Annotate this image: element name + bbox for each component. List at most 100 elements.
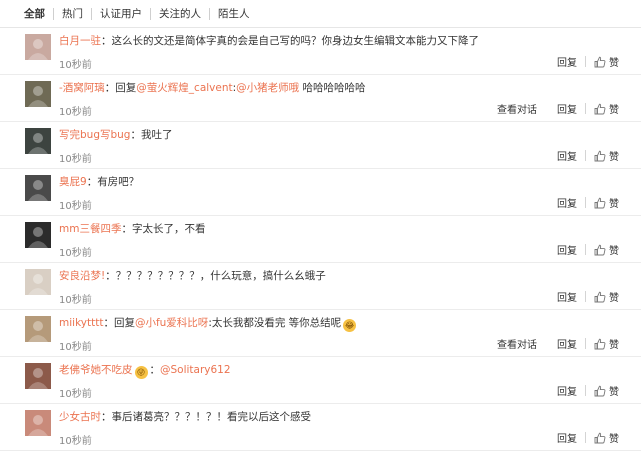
- like-button[interactable]: 赞: [594, 383, 619, 398]
- like-button[interactable]: 赞: [594, 101, 619, 116]
- reply-button[interactable]: 回复: [557, 148, 577, 163]
- comment-actions: 回复 赞: [557, 148, 619, 163]
- comment-filter-tabs: 全部 热门 认证用户 关注的人 陌生人: [0, 0, 641, 28]
- comment-actions: 查看对话 回复 赞: [497, 336, 619, 351]
- view-conversation-link[interactable]: 查看对话: [497, 101, 537, 116]
- comment-body: 这么长的文还是简体字真的会是自己写的吗？你身边女生编辑文本能力又下降了: [111, 35, 480, 47]
- thumbs-up-icon: [594, 291, 606, 303]
- mention-link[interactable]: @萤火辉煌_calvent: [136, 82, 232, 94]
- like-button[interactable]: 赞: [594, 336, 619, 351]
- divider: [585, 103, 586, 114]
- avatar[interactable]: [25, 81, 51, 107]
- avatar[interactable]: [25, 34, 51, 60]
- avatar[interactable]: [25, 222, 51, 248]
- thumbs-up-icon: [594, 103, 606, 115]
- reply-button[interactable]: 回复: [557, 383, 577, 398]
- like-button[interactable]: 赞: [594, 148, 619, 163]
- comment-text: 臭屁9：有房吧？: [59, 175, 629, 189]
- like-button[interactable]: 赞: [594, 242, 619, 257]
- tab-3[interactable]: 关注的人: [150, 7, 209, 20]
- like-button[interactable]: 赞: [594, 430, 619, 445]
- thumbs-up-icon: [594, 385, 606, 397]
- avatar[interactable]: [25, 175, 51, 201]
- like-label: 赞: [609, 58, 619, 69]
- thumbs-up-icon: [594, 150, 606, 162]
- comment-text: 少女古时：事后诸葛亮？？？！？！看完以后这个感受: [59, 410, 629, 424]
- comment-item: 安良沿梦!：？？？？？？？？，什么玩意，搞什么幺蛾子 10秒前 回复 赞: [0, 263, 641, 310]
- mention-link[interactable]: @小猪老师哦: [236, 82, 299, 94]
- comment-item: 写完bug写bug：我吐了 10秒前 回复 赞: [0, 122, 641, 169]
- comment-body: 回复: [113, 317, 135, 329]
- reply-button[interactable]: 回复: [557, 430, 577, 445]
- divider: [585, 432, 586, 443]
- view-conversation-link[interactable]: 查看对话: [497, 336, 537, 351]
- username-link[interactable]: 写完bug写bug: [59, 129, 130, 141]
- comment-text: 安良沿梦!：？？？？？？？？，什么玩意，搞什么幺蛾子: [59, 269, 629, 283]
- thumbs-up-icon: [594, 56, 606, 68]
- tab-0[interactable]: 全部: [14, 8, 53, 20]
- like-label: 赞: [609, 434, 619, 445]
- thumbs-up-icon: [594, 197, 606, 209]
- comment-body: 哈哈哈哈哈哈: [299, 82, 366, 94]
- avatar[interactable]: [25, 128, 51, 154]
- separator: ：: [101, 35, 112, 47]
- comment-actions: 回复 赞: [557, 430, 619, 445]
- like-label: 赞: [609, 246, 619, 257]
- username-link[interactable]: 老佛爷她不吃皮: [59, 364, 133, 376]
- separator: ：: [105, 270, 116, 282]
- comment-text: 白月一驻：这么长的文还是简体字真的会是自己写的吗？你身边女生编辑文本能力又下降了: [59, 34, 629, 48]
- like-label: 赞: [609, 152, 619, 163]
- tab-4[interactable]: 陌生人: [209, 7, 258, 20]
- like-label: 赞: [609, 105, 619, 116]
- mention-link[interactable]: @小fu爱科比呀: [135, 317, 208, 329]
- timestamp: 10秒前: [59, 295, 92, 306]
- timestamp: 10秒前: [59, 342, 92, 353]
- avatar[interactable]: [25, 316, 51, 342]
- comment-item: 少女古时：事后诸葛亮？？？！？！看完以后这个感受 10秒前 回复赞: [0, 404, 641, 451]
- comment-text: 写完bug写bug：我吐了: [59, 128, 629, 142]
- tab-1[interactable]: 热门: [53, 7, 91, 20]
- timestamp: 10秒前: [59, 154, 92, 165]
- like-button[interactable]: 赞: [594, 54, 619, 69]
- like-label: 赞: [609, 293, 619, 304]
- tab-2[interactable]: 认证用户: [91, 7, 150, 20]
- avatar[interactable]: [25, 410, 51, 436]
- like-label: 赞: [609, 199, 619, 210]
- username-link[interactable]: mm三餐四季: [59, 223, 121, 235]
- divider: [585, 338, 586, 349]
- reply-button[interactable]: 回复: [557, 289, 577, 304]
- comment-list: 白月一驻：这么长的文还是简体字真的会是自己写的吗？你身边女生编辑文本能力又下降了…: [0, 28, 641, 451]
- username-link[interactable]: 臭屁9: [59, 176, 87, 188]
- reply-button[interactable]: 回复: [557, 336, 577, 351]
- comment-body: 事后诸葛亮？？？！？！看完以后这个感受: [111, 411, 312, 423]
- divider: [585, 197, 586, 208]
- comment-text: mm三餐四季：字太长了，不看: [59, 222, 629, 236]
- comment-actions: 回复 赞: [557, 289, 619, 304]
- separator: ：: [121, 223, 132, 235]
- comment-item: mm三餐四季：字太长了，不看 10秒前 回复 赞: [0, 216, 641, 263]
- divider: [585, 244, 586, 255]
- comment-actions: 回复 赞: [557, 242, 619, 257]
- avatar[interactable]: [25, 269, 51, 295]
- like-button[interactable]: 赞: [594, 195, 619, 210]
- reply-button[interactable]: 回复: [557, 242, 577, 257]
- thumbs-up-icon: [594, 244, 606, 256]
- mention-link[interactable]: @Solitary612: [160, 364, 231, 376]
- divider: [585, 56, 586, 67]
- username-link[interactable]: miikytttt: [59, 317, 103, 329]
- username-link[interactable]: 少女古时: [59, 411, 101, 423]
- username-link[interactable]: -酒窝阿璃: [59, 82, 105, 94]
- comment-item: 白月一驻：这么长的文还是简体字真的会是自己写的吗？你身边女生编辑文本能力又下降了…: [0, 28, 641, 75]
- thumbs-up-icon: [594, 432, 606, 444]
- reply-button[interactable]: 回复: [557, 195, 577, 210]
- avatar[interactable]: [25, 363, 51, 389]
- comment-body: 有房吧？: [97, 176, 140, 188]
- username-link[interactable]: 白月一驻: [59, 35, 101, 47]
- like-label: 赞: [609, 340, 619, 351]
- divider: [585, 385, 586, 396]
- reply-button[interactable]: 回复: [557, 101, 577, 116]
- like-button[interactable]: 赞: [594, 289, 619, 304]
- timestamp: 10秒前: [59, 60, 92, 71]
- username-link[interactable]: 安良沿梦!: [59, 270, 105, 282]
- reply-button[interactable]: 回复: [557, 54, 577, 69]
